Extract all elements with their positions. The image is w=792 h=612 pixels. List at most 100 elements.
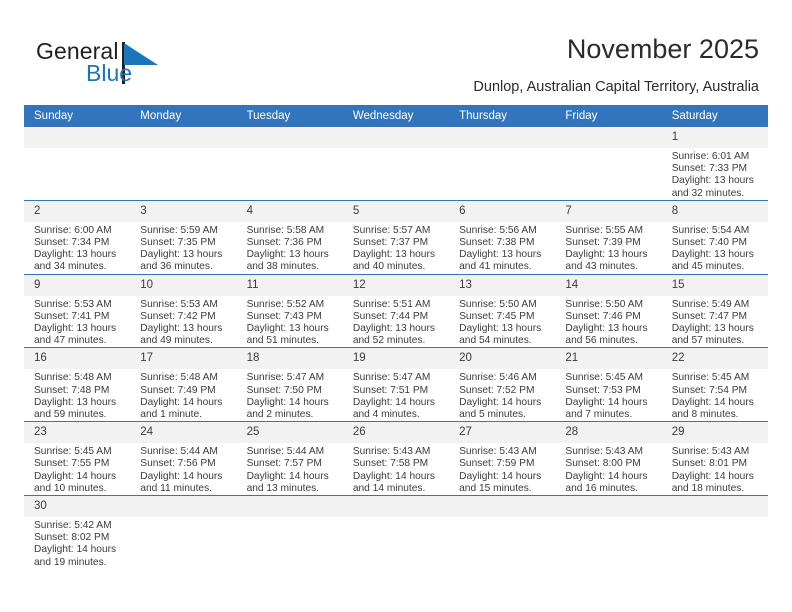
page-subtitle: Dunlop, Australian Capital Territory, Au… xyxy=(473,79,759,95)
calendar-day-cell[interactable]: 11 Sunrise: 5:52 AM Sunset: 7:43 PM Dayligh… xyxy=(236,273,343,348)
calendar-week-row: 30 Sunrise: 5:42 AM Sunset: 8:02 PM Dayligh… xyxy=(24,495,768,569)
day-number: 17 xyxy=(130,348,237,370)
calendar-day-cell[interactable]: 12 Sunrise: 5:51 AM Sunset: 7:44 PM Dayligh… xyxy=(342,273,450,348)
calendar-day-cell-empty xyxy=(342,127,450,201)
calendar-day-cell[interactable]: 2 Sunrise: 6:00 AM Sunset: 7:34 PM Daylight… xyxy=(24,199,131,275)
day-details: Sunrise: 5:47 AM Sunset: 7:51 PM Daylight:… xyxy=(343,369,449,421)
daylight-text-line1: Daylight: 13 hours xyxy=(352,249,435,261)
daylight-text-line1: Daylight: 14 hours xyxy=(459,396,542,408)
sunrise-text: Sunrise: 5:53 AM xyxy=(34,298,112,310)
day-details: Sunrise: 5:56 AM Sunset: 7:38 PM Daylight:… xyxy=(449,222,555,274)
calendar-day-cell[interactable]: 8 Sunrise: 5:54 AM Sunset: 7:40 PM Daylight… xyxy=(661,199,768,275)
sunrise-text: Sunrise: 5:47 AM xyxy=(246,372,325,384)
day-number: 3 xyxy=(130,200,237,222)
day-number xyxy=(449,496,556,518)
day-number: 19 xyxy=(342,348,450,370)
daylight-text-line1: Daylight: 13 hours xyxy=(459,249,542,261)
brand-logo[interactable]: General Blue xyxy=(36,38,216,94)
day-number: 13 xyxy=(449,274,556,296)
sunset-text: Sunset: 7:43 PM xyxy=(246,310,322,322)
sunrise-text: Sunrise: 5:47 AM xyxy=(352,372,431,384)
day-number xyxy=(342,496,450,518)
sunrise-text: Sunrise: 5:46 AM xyxy=(459,372,537,384)
daylight-text-line1: Daylight: 14 hours xyxy=(140,396,223,408)
daylight-text-line1: Daylight: 13 hours xyxy=(34,396,117,408)
calendar-day-cell[interactable]: 3 Sunrise: 5:59 AM Sunset: 7:35 PM Daylight… xyxy=(130,199,237,275)
calendar-day-cell[interactable]: 10 Sunrise: 5:53 AM Sunset: 7:42 PM Dayligh… xyxy=(130,273,237,348)
calendar-day-cell[interactable]: 17 Sunrise: 5:48 AM Sunset: 7:49 PM Dayligh… xyxy=(130,347,237,422)
calendar-day-cell[interactable]: 28 Sunrise: 5:43 AM Sunset: 8:00 PM Dayligh… xyxy=(555,421,662,496)
weekday-header-tuesday: Tuesday xyxy=(236,105,343,127)
sunset-text: Sunset: 7:36 PM xyxy=(246,237,322,249)
day-details: Sunrise: 5:43 AM Sunset: 8:01 PM Daylight:… xyxy=(662,443,768,495)
daylight-text-line2: and 32 minutes. xyxy=(671,187,745,199)
sunset-text: Sunset: 7:38 PM xyxy=(459,237,535,249)
day-details: Sunrise: 5:55 AM Sunset: 7:39 PM Daylight:… xyxy=(555,222,661,274)
daylight-text-line1: Daylight: 14 hours xyxy=(671,396,754,408)
daylight-text-line2: and 34 minutes. xyxy=(34,261,107,273)
calendar-day-cell[interactable]: 14 Sunrise: 5:50 AM Sunset: 7:46 PM Dayligh… xyxy=(555,273,662,348)
calendar-day-cell[interactable]: 5 Sunrise: 5:57 AM Sunset: 7:37 PM Daylight… xyxy=(342,199,450,275)
page-title: November 2025 xyxy=(566,34,759,64)
sunrise-text: Sunrise: 5:45 AM xyxy=(34,446,112,458)
calendar-day-cell[interactable]: 25 Sunrise: 5:44 AM Sunset: 7:57 PM Dayligh… xyxy=(236,421,343,496)
weekday-header-monday: Monday xyxy=(130,105,237,127)
sunset-text: Sunset: 7:57 PM xyxy=(246,458,322,470)
sunrise-text: Sunrise: 5:52 AM xyxy=(246,298,325,310)
calendar-day-cell[interactable]: 6 Sunrise: 5:56 AM Sunset: 7:38 PM Daylight… xyxy=(449,199,556,275)
calendar-body: 1 Sunrise: 6:01 AM Sunset: 7:33 PM Daylight… xyxy=(24,127,768,569)
day-details: Sunrise: 5:43 AM Sunset: 7:58 PM Daylight:… xyxy=(343,443,449,495)
calendar-day-cell[interactable]: 1 Sunrise: 6:01 AM Sunset: 7:33 PM Daylight… xyxy=(661,127,768,201)
calendar-day-cell[interactable]: 13 Sunrise: 5:50 AM Sunset: 7:45 PM Dayligh… xyxy=(449,273,556,348)
sunset-text: Sunset: 7:50 PM xyxy=(246,384,322,396)
calendar-day-cell[interactable]: 21 Sunrise: 5:45 AM Sunset: 7:53 PM Dayligh… xyxy=(555,347,662,422)
daylight-text-line2: and 49 minutes. xyxy=(140,335,213,347)
calendar-day-cell[interactable]: 19 Sunrise: 5:47 AM Sunset: 7:51 PM Dayligh… xyxy=(342,347,450,422)
calendar-week-row: 1 Sunrise: 6:01 AM Sunset: 7:33 PM Daylight… xyxy=(24,127,768,201)
daylight-text-line1: Daylight: 13 hours xyxy=(671,175,754,187)
calendar-day-cell-empty xyxy=(236,495,343,569)
sunset-text: Sunset: 7:58 PM xyxy=(352,458,429,470)
calendar-day-cell[interactable]: 23 Sunrise: 5:45 AM Sunset: 7:55 PM Dayligh… xyxy=(24,421,131,496)
sunrise-text: Sunrise: 5:49 AM xyxy=(671,298,750,310)
daylight-text-line2: and 59 minutes. xyxy=(34,409,107,421)
calendar-day-cell[interactable]: 22 Sunrise: 5:45 AM Sunset: 7:54 PM Dayligh… xyxy=(661,347,768,422)
calendar-day-cell[interactable]: 4 Sunrise: 5:58 AM Sunset: 7:36 PM Daylight… xyxy=(236,199,343,275)
calendar-week-row: 2 Sunrise: 6:00 AM Sunset: 7:34 PM Daylight… xyxy=(24,199,768,275)
calendar-day-cell[interactable]: 30 Sunrise: 5:42 AM Sunset: 8:02 PM Dayligh… xyxy=(24,495,131,569)
calendar-day-cell-empty xyxy=(449,127,556,201)
daylight-text-line2: and 7 minutes. xyxy=(565,409,633,421)
calendar-day-cell[interactable]: 27 Sunrise: 5:43 AM Sunset: 7:59 PM Dayligh… xyxy=(449,421,556,496)
calendar-day-cell[interactable]: 16 Sunrise: 5:48 AM Sunset: 7:48 PM Dayligh… xyxy=(24,347,131,422)
day-number: 27 xyxy=(449,422,556,444)
day-details: Sunrise: 5:45 AM Sunset: 7:54 PM Daylight:… xyxy=(662,369,768,421)
sunset-text: Sunset: 7:44 PM xyxy=(352,310,429,322)
calendar-day-cell[interactable]: 20 Sunrise: 5:46 AM Sunset: 7:52 PM Dayligh… xyxy=(449,347,556,422)
sunset-text: Sunset: 7:56 PM xyxy=(140,458,216,470)
sunset-text: Sunset: 7:41 PM xyxy=(34,310,110,322)
day-details: Sunrise: 5:49 AM Sunset: 7:47 PM Daylight:… xyxy=(662,296,768,348)
calendar-day-cell[interactable]: 7 Sunrise: 5:55 AM Sunset: 7:39 PM Daylight… xyxy=(555,199,662,275)
daylight-text-line2: and 52 minutes. xyxy=(352,335,426,347)
daylight-text-line1: Daylight: 14 hours xyxy=(34,544,117,556)
calendar-day-cell-empty xyxy=(555,495,662,569)
calendar-day-cell[interactable]: 29 Sunrise: 5:43 AM Sunset: 8:01 PM Dayligh… xyxy=(661,421,768,496)
daylight-text-line2: and 47 minutes. xyxy=(34,335,107,347)
daylight-text-line2: and 1 minute. xyxy=(140,409,203,421)
calendar-day-cell[interactable]: 15 Sunrise: 5:49 AM Sunset: 7:47 PM Dayligh… xyxy=(661,273,768,348)
calendar-day-cell[interactable]: 24 Sunrise: 5:44 AM Sunset: 7:56 PM Dayligh… xyxy=(130,421,237,496)
calendar-day-cell[interactable]: 26 Sunrise: 5:43 AM Sunset: 7:58 PM Dayligh… xyxy=(342,421,450,496)
day-number: 16 xyxy=(24,348,131,370)
daylight-text-line2: and 10 minutes. xyxy=(34,482,107,494)
sunrise-text: Sunrise: 5:57 AM xyxy=(352,224,431,236)
sunset-text: Sunset: 7:47 PM xyxy=(671,310,748,322)
sunset-text: Sunset: 7:33 PM xyxy=(671,163,748,175)
calendar-day-cell[interactable]: 18 Sunrise: 5:47 AM Sunset: 7:50 PM Dayligh… xyxy=(236,347,343,422)
day-number xyxy=(555,496,662,518)
day-number: 10 xyxy=(130,274,237,296)
daylight-text-line1: Daylight: 14 hours xyxy=(671,470,754,482)
day-number: 9 xyxy=(24,274,131,296)
daylight-text-line1: Daylight: 13 hours xyxy=(246,249,329,261)
day-details: Sunrise: 5:48 AM Sunset: 7:49 PM Daylight:… xyxy=(130,369,236,421)
calendar-day-cell[interactable]: 9 Sunrise: 5:53 AM Sunset: 7:41 PM Daylight… xyxy=(24,273,131,348)
